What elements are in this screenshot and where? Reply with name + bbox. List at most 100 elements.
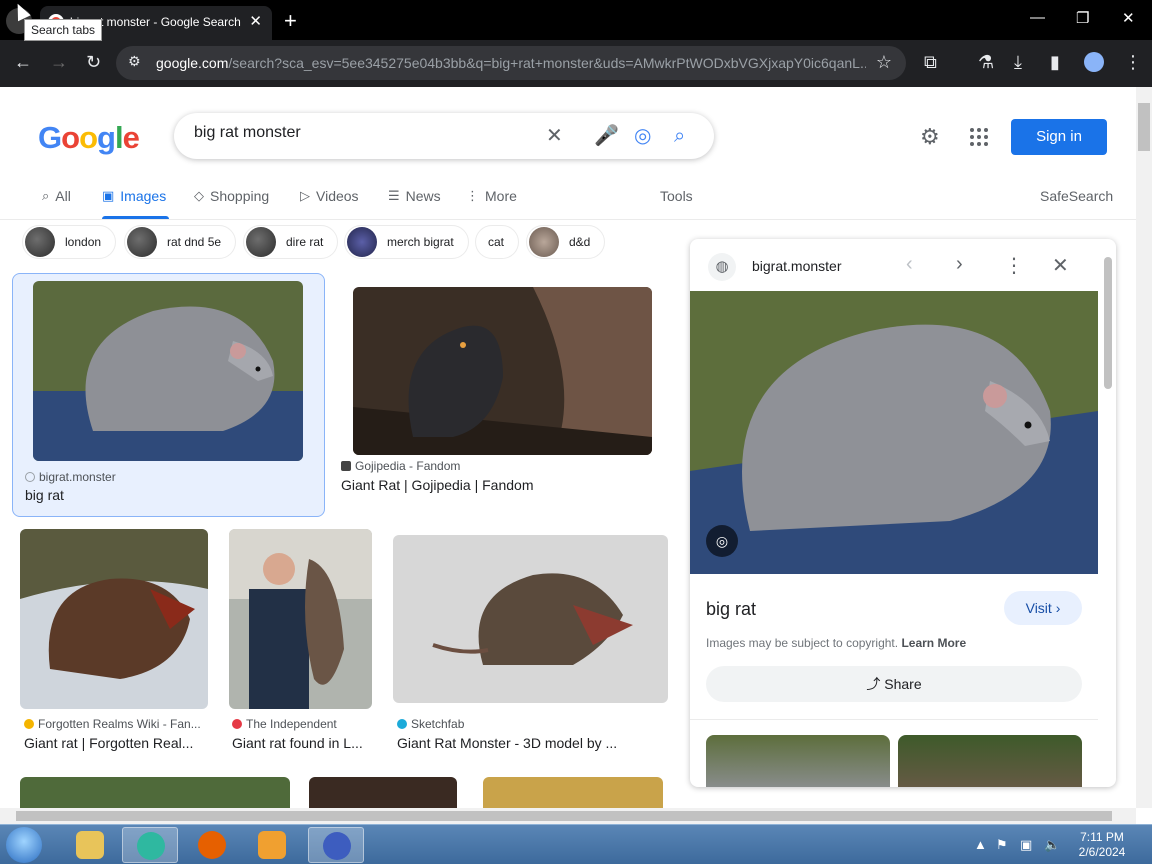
chip-cat[interactable]: cat xyxy=(475,225,520,259)
chip-merch-bigrat[interactable]: merch bigrat xyxy=(344,225,469,259)
tag-icon: ◇ xyxy=(194,188,204,203)
share-button[interactable]: ⤴ Share xyxy=(706,666,1082,702)
sign-in-button[interactable]: Sign in xyxy=(1011,119,1107,155)
minimize-icon[interactable]: — xyxy=(1030,9,1045,26)
globe-icon: ◍ xyxy=(708,253,736,281)
taskbar-chrome[interactable] xyxy=(122,827,178,863)
globe-icon xyxy=(25,472,35,482)
chip-london[interactable]: london xyxy=(22,225,117,259)
image-preview-panel: ◍ bigrat.monster ‹ › ⋮ ✕ ◎ big rat Visit… xyxy=(690,239,1116,787)
related-image[interactable] xyxy=(706,735,890,787)
page-vertical-scrollbar[interactable] xyxy=(1136,87,1152,808)
news-icon: ☰ xyxy=(388,188,400,203)
firefox-icon xyxy=(198,831,226,859)
preview-title[interactable]: big rat xyxy=(706,599,756,620)
image-result-card[interactable]: bigrat.monster big rat xyxy=(12,273,325,517)
result-title[interactable]: big rat xyxy=(25,487,315,503)
network-icon[interactable]: ▣ xyxy=(1020,837,1032,853)
next-icon[interactable]: › xyxy=(956,253,963,276)
tab-news[interactable]: ☰ News xyxy=(388,188,441,204)
taskbar-firefox[interactable] xyxy=(184,827,240,863)
lens-search-icon[interactable]: ◎ xyxy=(634,124,651,148)
new-tab-icon[interactable]: + xyxy=(284,8,297,34)
search-nav-tabs: ⌕ All ▣ Images ◇ Shopping ▷ Videos ☰ News ⋮ Mo… xyxy=(0,182,1136,220)
window-close-icon[interactable]: ✕ xyxy=(1122,9,1135,27)
profile-avatar-icon[interactable] xyxy=(1084,52,1104,72)
side-panel-icon[interactable]: ▮ xyxy=(1050,52,1060,72)
taskbar-media[interactable] xyxy=(244,827,300,863)
bookmark-star-icon[interactable]: ☆ xyxy=(876,52,892,73)
reload-icon[interactable]: ↻ xyxy=(86,52,101,72)
browser-toolbar: ← → ↻ ⚙ google.com/search?sca_esv=5ee345… xyxy=(0,40,1152,87)
chip-thumbnail xyxy=(25,227,55,257)
tab-more[interactable]: ⋮ More xyxy=(466,188,517,204)
panel-scrollbar[interactable] xyxy=(1102,243,1114,783)
google-logo[interactable]: Google xyxy=(38,120,140,156)
site-info-icon[interactable]: ⚙ xyxy=(128,53,141,70)
result-title[interactable]: Giant rat found in L... xyxy=(232,735,374,751)
close-tab-icon[interactable]: ✕ xyxy=(249,12,262,30)
active-tab-indicator xyxy=(102,216,169,219)
tab-shopping[interactable]: ◇ Shopping xyxy=(194,188,269,204)
voice-search-icon[interactable]: 🎤 xyxy=(594,124,619,148)
preview-image[interactable]: ◎ xyxy=(690,291,1098,574)
chip-dire-rat[interactable]: dire rat xyxy=(243,225,339,259)
back-icon[interactable]: ← xyxy=(14,52,32,72)
address-bar[interactable]: ⚙ google.com/search?sca_esv=5ee345275e04… xyxy=(116,46,906,80)
lens-icon[interactable]: ◎ xyxy=(706,525,738,557)
image-result-card[interactable]: Gojipedia - Fandom Giant Rat | Gojipedia… xyxy=(338,277,668,517)
result-image[interactable] xyxy=(309,777,457,808)
system-clock[interactable]: 7:11 PM 2/6/2024 xyxy=(1072,830,1132,860)
result-title[interactable]: Giant Rat Monster - 3D model by ... xyxy=(397,735,667,751)
tray-expand-icon[interactable]: ▲ xyxy=(974,837,987,852)
labs-icon[interactable]: ⚗ xyxy=(978,52,994,72)
image-result-card[interactable]: The Independent Giant rat found in L... xyxy=(228,529,374,769)
forward-icon[interactable]: → xyxy=(50,52,68,72)
chip-dnd[interactable]: d&d xyxy=(526,225,606,259)
tools-button[interactable]: Tools xyxy=(660,188,693,204)
result-title[interactable]: Giant Rat | Gojipedia | Fandom xyxy=(341,477,661,493)
image-result-card[interactable]: Sketchfab Giant Rat Monster - 3D model b… xyxy=(393,529,669,769)
result-image[interactable] xyxy=(20,529,208,709)
result-image[interactable] xyxy=(229,529,372,709)
restore-icon[interactable]: ❐ xyxy=(1076,9,1089,27)
visit-button[interactable]: Visit › xyxy=(1004,591,1082,625)
start-button[interactable] xyxy=(6,827,42,863)
safesearch-button[interactable]: SafeSearch xyxy=(1040,188,1113,204)
result-image[interactable] xyxy=(483,777,663,808)
result-image[interactable] xyxy=(353,287,652,455)
flag-icon[interactable]: ⚑ xyxy=(996,837,1008,853)
tab-strip: big rat monster - Google Search ✕ + — ❐ … xyxy=(0,0,1152,40)
result-image[interactable] xyxy=(393,535,668,703)
chip-thumbnail xyxy=(246,227,276,257)
search-input[interactable] xyxy=(194,124,534,142)
image-result-card[interactable]: Forgotten Realms Wiki - Fan... Giant rat… xyxy=(20,529,210,769)
extensions-icon[interactable]: ⧉ xyxy=(924,52,937,72)
page-horizontal-scrollbar[interactable] xyxy=(0,808,1136,824)
related-image[interactable] xyxy=(898,735,1082,787)
result-source: Forgotten Realms Wiki - Fan... xyxy=(24,717,208,731)
download-icon[interactable]: ⤓ xyxy=(1014,52,1022,72)
more-options-icon[interactable]: ⋮ xyxy=(1004,253,1024,278)
wiki-icon xyxy=(24,719,34,729)
learn-more-link[interactable]: Learn More xyxy=(901,636,966,650)
clear-icon[interactable]: ✕ xyxy=(546,124,563,148)
folder-icon xyxy=(76,831,104,859)
tab-all[interactable]: ⌕ All xyxy=(42,188,71,204)
taskbar-explorer[interactable] xyxy=(62,827,118,863)
tab-images[interactable]: ▣ Images xyxy=(102,188,166,204)
google-apps-icon[interactable] xyxy=(970,128,988,146)
result-title[interactable]: Giant rat | Forgotten Real... xyxy=(24,735,204,751)
result-image[interactable] xyxy=(33,281,303,461)
preview-site[interactable]: bigrat.monster xyxy=(752,258,841,274)
result-image[interactable] xyxy=(20,777,290,808)
settings-gear-icon[interactable]: ⚙ xyxy=(920,124,940,150)
tab-videos[interactable]: ▷ Videos xyxy=(300,188,359,204)
close-preview-icon[interactable]: ✕ xyxy=(1052,253,1069,278)
chip-rat-dnd-5e[interactable]: rat dnd 5e xyxy=(124,225,237,259)
previous-icon[interactable]: ‹ xyxy=(906,253,913,276)
chrome-menu-icon[interactable]: ⋮ xyxy=(1124,52,1142,72)
volume-muted-icon[interactable]: 🔈 xyxy=(1044,837,1060,853)
search-icon[interactable]: ⌕ xyxy=(674,124,685,148)
taskbar-app[interactable] xyxy=(308,827,364,863)
